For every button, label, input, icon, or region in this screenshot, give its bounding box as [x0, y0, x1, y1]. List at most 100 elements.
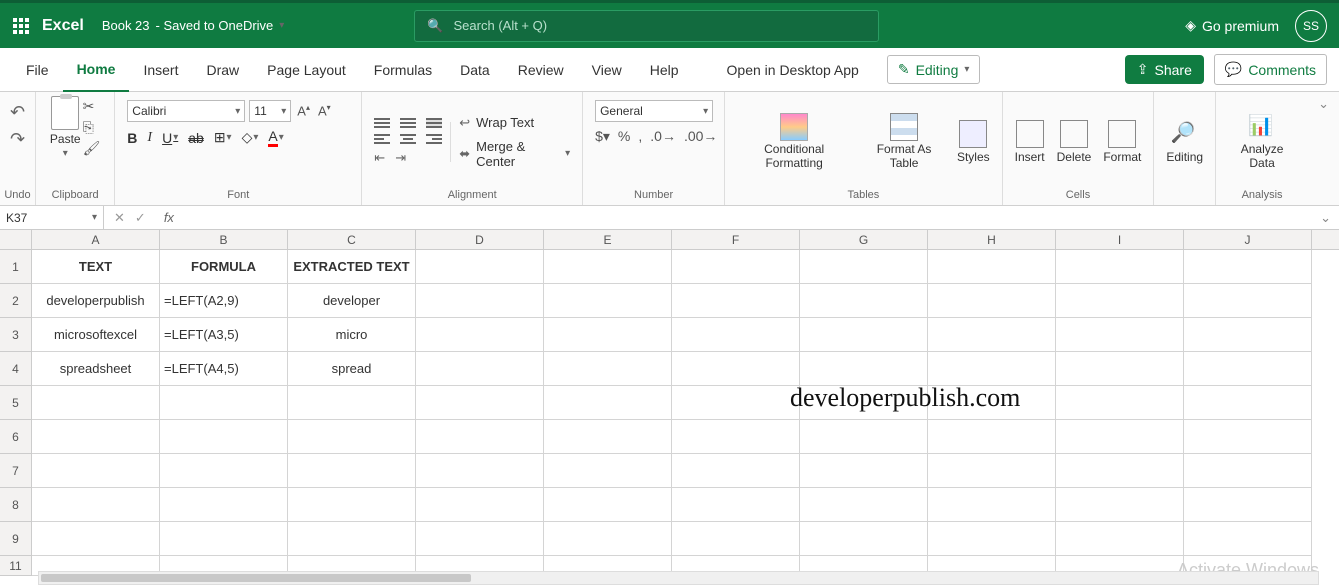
cell-B3[interactable]: =LEFT(A3,5) [160, 318, 288, 352]
cell-J6[interactable] [1184, 420, 1312, 454]
cell-J8[interactable] [1184, 488, 1312, 522]
strikethrough-button[interactable]: ab [188, 130, 204, 146]
font-color-button[interactable]: A▾ [268, 128, 283, 147]
cell-I5[interactable] [1056, 386, 1184, 420]
insert-cells-button[interactable]: Insert [1011, 118, 1049, 166]
cell-C4[interactable]: spread [288, 352, 416, 386]
cell-B9[interactable] [160, 522, 288, 556]
formula-input[interactable] [184, 206, 1312, 229]
decrease-font-button[interactable]: A▾ [316, 103, 333, 118]
cell-I9[interactable] [1056, 522, 1184, 556]
cell-I8[interactable] [1056, 488, 1184, 522]
tab-view[interactable]: View [578, 48, 636, 92]
cell-C1[interactable]: EXTRACTED TEXT [288, 250, 416, 284]
go-premium-button[interactable]: ◈ Go premium [1185, 17, 1279, 34]
row-header-2[interactable]: 2 [0, 284, 31, 318]
cell-J4[interactable] [1184, 352, 1312, 386]
cell-B7[interactable] [160, 454, 288, 488]
cell-I4[interactable] [1056, 352, 1184, 386]
row-header-8[interactable]: 8 [0, 488, 31, 522]
comments-button[interactable]: 💬 Comments [1214, 54, 1327, 85]
search-input[interactable]: 🔍 Search (Alt + Q) [414, 10, 879, 42]
align-bottom-button[interactable] [426, 118, 442, 128]
cell-G3[interactable] [800, 318, 928, 352]
number-format-select[interactable]: General▾ [595, 100, 713, 122]
cell-I3[interactable] [1056, 318, 1184, 352]
column-header-b[interactable]: B [160, 230, 288, 249]
format-cells-button[interactable]: Format [1099, 118, 1145, 166]
bold-button[interactable]: B [127, 130, 137, 146]
cell-B4[interactable]: =LEFT(A4,5) [160, 352, 288, 386]
cell-H8[interactable] [928, 488, 1056, 522]
cell-H3[interactable] [928, 318, 1056, 352]
cell-D1[interactable] [416, 250, 544, 284]
name-box[interactable]: K37 ▾ [0, 206, 104, 229]
cell-E6[interactable] [544, 420, 672, 454]
cell-G8[interactable] [800, 488, 928, 522]
tab-data[interactable]: Data [446, 48, 504, 92]
row-header-1[interactable]: 1 [0, 250, 31, 284]
cut-button[interactable]: ✂ [83, 98, 101, 115]
wrap-text-button[interactable]: ↩ Wrap Text [459, 115, 534, 131]
cell-F7[interactable] [672, 454, 800, 488]
tab-page-layout[interactable]: Page Layout [253, 48, 360, 92]
cell-G2[interactable] [800, 284, 928, 318]
cell-I7[interactable] [1056, 454, 1184, 488]
font-size-select[interactable]: 11▾ [249, 100, 291, 122]
cell-G6[interactable] [800, 420, 928, 454]
cell-J1[interactable] [1184, 250, 1312, 284]
cell-G7[interactable] [800, 454, 928, 488]
cell-C3[interactable]: micro [288, 318, 416, 352]
cell-D7[interactable] [416, 454, 544, 488]
cell-D2[interactable] [416, 284, 544, 318]
column-header-i[interactable]: I [1056, 230, 1184, 249]
cell-F1[interactable] [672, 250, 800, 284]
tab-formulas[interactable]: Formulas [360, 48, 446, 92]
cell-A8[interactable] [32, 488, 160, 522]
cell-B5[interactable] [160, 386, 288, 420]
row-header-9[interactable]: 9 [0, 522, 31, 556]
cell-H6[interactable] [928, 420, 1056, 454]
tab-file[interactable]: File [12, 48, 63, 92]
align-center-button[interactable] [400, 134, 416, 144]
cell-D6[interactable] [416, 420, 544, 454]
conditional-formatting-button[interactable]: Conditional Formatting [733, 111, 855, 171]
cell-E3[interactable] [544, 318, 672, 352]
decrease-indent-button[interactable]: ⇤ [374, 150, 385, 166]
increase-decimal-button[interactable]: .0→ [650, 128, 676, 145]
cell-F4[interactable] [672, 352, 800, 386]
styles-button[interactable]: Styles [953, 118, 994, 166]
cell-H7[interactable] [928, 454, 1056, 488]
cell-C7[interactable] [288, 454, 416, 488]
cell-C8[interactable] [288, 488, 416, 522]
column-header-h[interactable]: H [928, 230, 1056, 249]
cell-E8[interactable] [544, 488, 672, 522]
undo-button[interactable]: ↶ [10, 102, 25, 123]
tab-help[interactable]: Help [636, 48, 693, 92]
cell-E1[interactable] [544, 250, 672, 284]
cell-J9[interactable] [1184, 522, 1312, 556]
cell-D8[interactable] [416, 488, 544, 522]
cell-D4[interactable] [416, 352, 544, 386]
expand-formula-bar-button[interactable]: ⌄ [1312, 210, 1339, 226]
analyze-data-button[interactable]: 📊 Analyze Data [1224, 111, 1300, 171]
cell-B8[interactable] [160, 488, 288, 522]
decrease-decimal-button[interactable]: .00→ [684, 128, 717, 145]
enter-formula-button[interactable]: ✓ [135, 210, 146, 226]
app-launcher-button[interactable] [0, 18, 42, 34]
cell-A7[interactable] [32, 454, 160, 488]
cell-A5[interactable] [32, 386, 160, 420]
cell-I2[interactable] [1056, 284, 1184, 318]
column-header-f[interactable]: F [672, 230, 800, 249]
comma-button[interactable]: , [638, 128, 642, 145]
column-header-a[interactable]: A [32, 230, 160, 249]
cell-B6[interactable] [160, 420, 288, 454]
column-header-d[interactable]: D [416, 230, 544, 249]
tab-review[interactable]: Review [504, 48, 578, 92]
select-all-button[interactable] [0, 230, 32, 249]
cell-G9[interactable] [800, 522, 928, 556]
cell-J3[interactable] [1184, 318, 1312, 352]
align-top-button[interactable] [374, 118, 390, 128]
editing-mode-button[interactable]: ✎ Editing ▾ [887, 55, 981, 84]
cell-J2[interactable] [1184, 284, 1312, 318]
